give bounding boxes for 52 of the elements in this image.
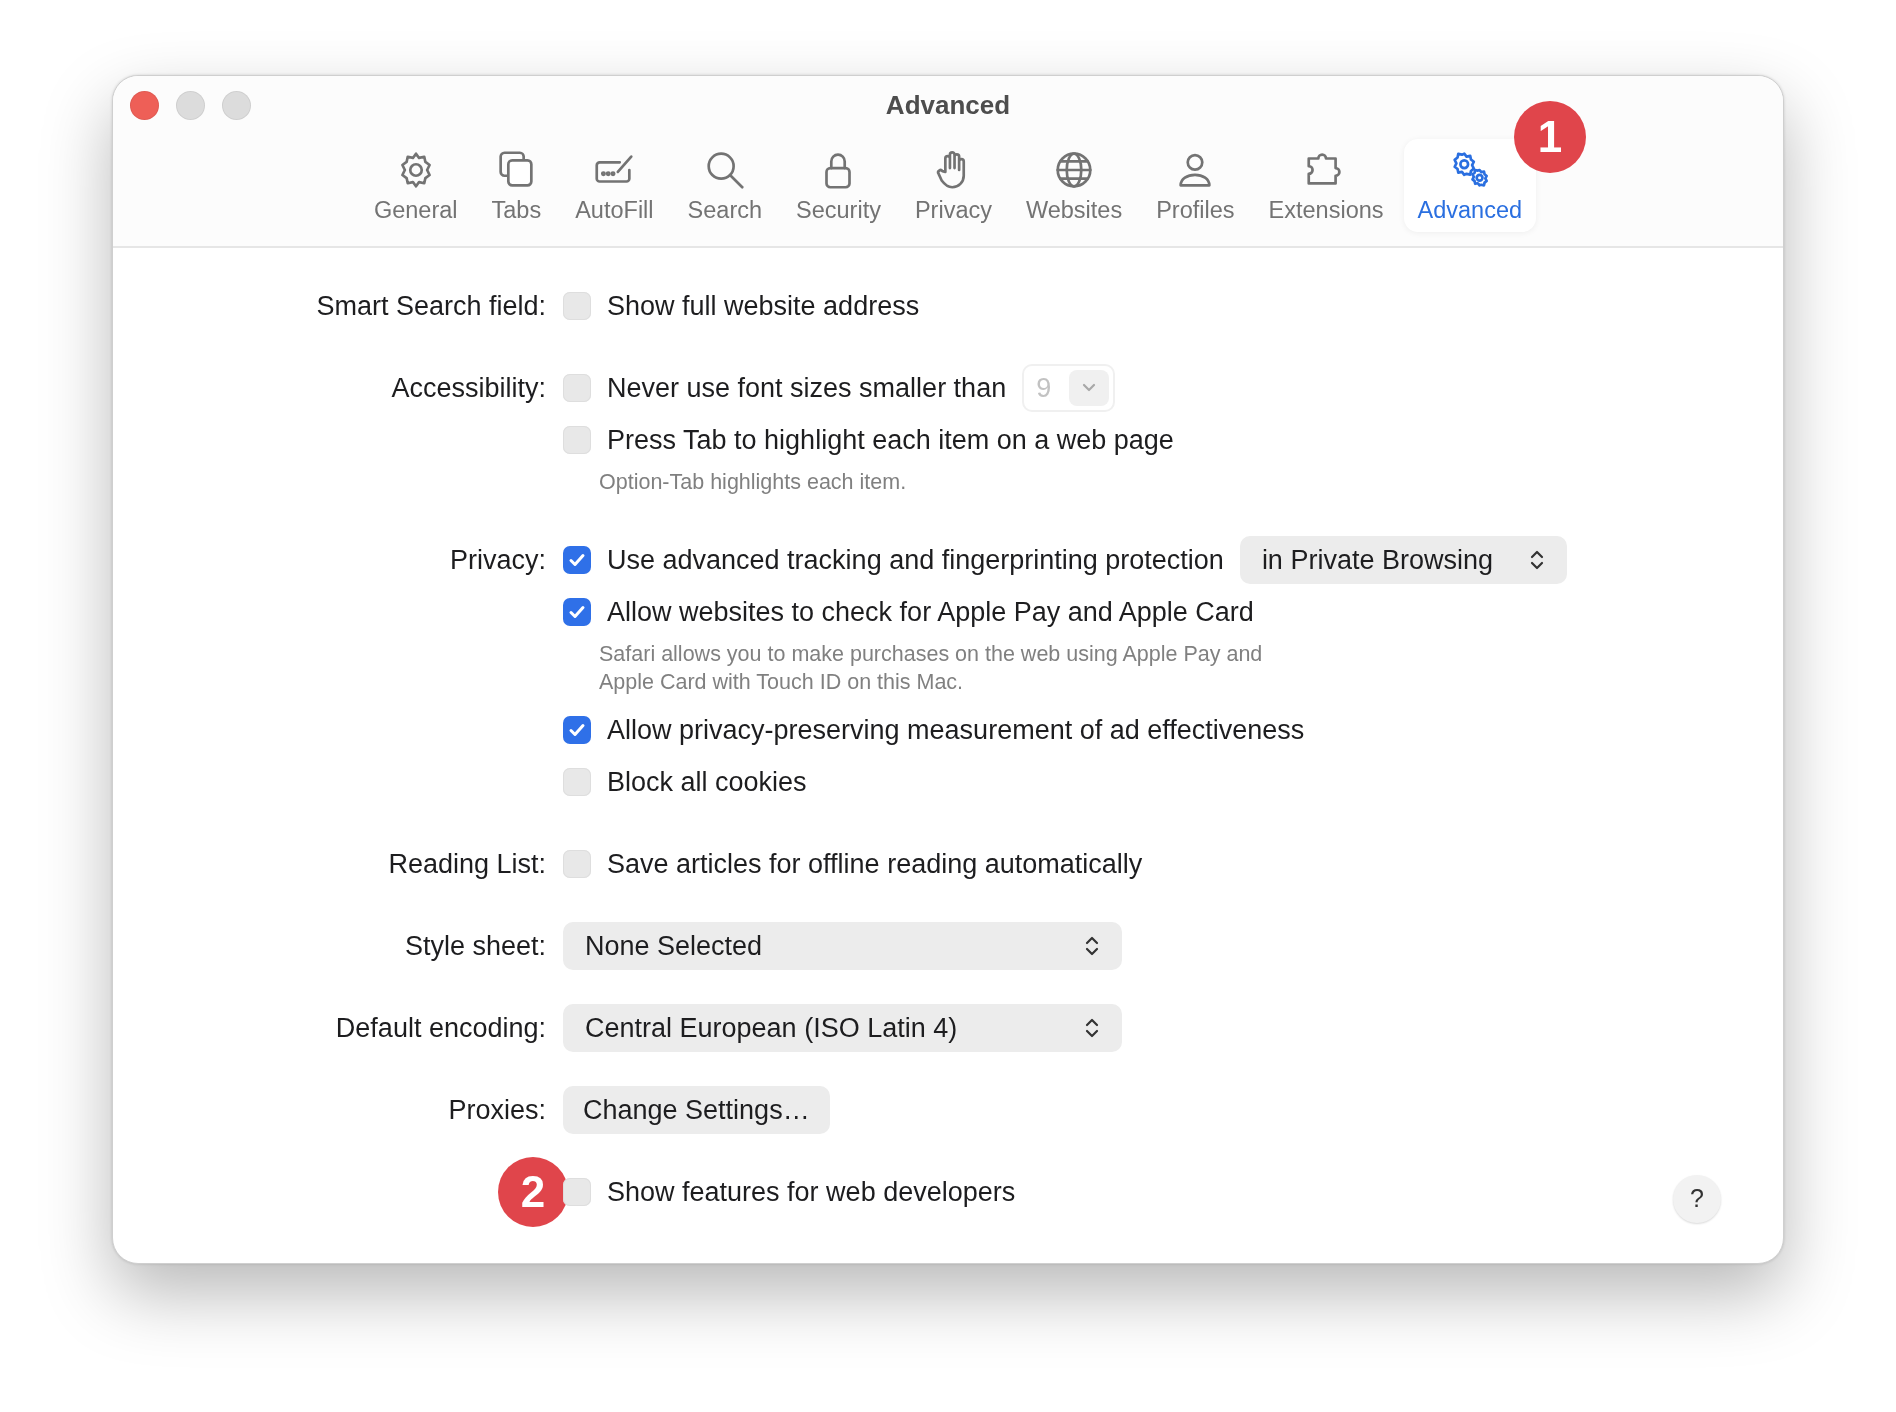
setting-label: Reading List:	[388, 848, 546, 881]
checkbox-label: Allow websites to check for Apple Pay and Apple Card	[607, 596, 1254, 628]
checkbox[interactable]	[563, 1178, 591, 1206]
checkbox-label: Show full website address	[607, 290, 920, 322]
checkbox-label: Show features for web developers	[607, 1176, 1016, 1208]
toolbar-tab[interactable]: Tabs	[477, 139, 556, 232]
popup-menu[interactable]: None Selected	[563, 922, 1122, 970]
setting-label: Accessibility:	[391, 372, 546, 405]
checkbox[interactable]	[563, 426, 591, 454]
toolbar-tab[interactable]: AutoFill	[561, 139, 668, 232]
checkbox[interactable]	[563, 716, 591, 744]
checkbox[interactable]	[563, 546, 591, 574]
toolbar-tab[interactable]: Security	[782, 139, 895, 232]
checkbox[interactable]	[563, 768, 591, 796]
setting-label: Privacy:	[449, 544, 546, 577]
popup-menu[interactable]: Central European (ISO Latin 4)	[563, 1004, 1122, 1052]
toolbar-tab[interactable]: Privacy	[900, 139, 1006, 232]
hint-text: Option-Tab highlights each item.	[598, 469, 908, 496]
callout-badge: 2	[498, 1157, 568, 1227]
toolbar-tab[interactable]: General	[359, 139, 472, 232]
checkbox-label: Allow privacy-preserving measurement of ad effectiveness	[607, 714, 1305, 746]
hint-text: Safari allows you to make purchases on the web using Apple Pay and Apple Card with Touch ID on this Mac.	[598, 641, 1264, 696]
help-button[interactable]: ?	[1673, 1174, 1721, 1223]
popup-menu[interactable]: in Private Browsing	[1239, 536, 1567, 584]
callout-badge: 1	[1514, 101, 1587, 173]
checkbox-label: Press Tab to highlight each item on a web page	[607, 424, 1174, 456]
updown-chevron-icon	[1084, 1017, 1100, 1039]
checkbox[interactable]	[563, 598, 591, 626]
minimize-window-button[interactable]	[176, 91, 205, 120]
close-window-button[interactable]	[130, 91, 159, 120]
checkbox-label: Use advanced tracking and fingerprinting protection	[607, 544, 1224, 576]
setting-label: Style sheet:	[404, 930, 546, 963]
toolbar-tab[interactable]: Profiles	[1142, 139, 1249, 232]
checkbox-label: Never use font sizes smaller than	[607, 372, 1007, 404]
updown-chevron-icon	[1529, 549, 1545, 571]
chevron-down-icon	[1081, 383, 1098, 393]
toolbar-tab[interactable]: Search	[673, 139, 777, 232]
checkbox-label: Block all cookies	[607, 766, 807, 798]
toolbar-tab[interactable]: Websites	[1011, 139, 1137, 232]
setting-label: Smart Search field:	[316, 290, 546, 323]
change-settings-button[interactable]: Change Settings…	[563, 1086, 830, 1134]
checkbox[interactable]	[563, 292, 591, 320]
toolbar-tab[interactable]: Advanced	[1403, 139, 1537, 232]
checkbox[interactable]	[563, 850, 591, 878]
toolbar-tab[interactable]: Extensions	[1254, 139, 1398, 232]
setting-label: Default encoding:	[335, 1012, 546, 1045]
updown-chevron-icon	[1084, 935, 1100, 957]
setting-label: Proxies:	[448, 1094, 546, 1127]
checkbox-label: Save articles for offline reading automatically	[607, 848, 1143, 880]
window-title: Advanced	[885, 90, 1011, 121]
zoom-window-button[interactable]	[222, 91, 251, 120]
checkbox[interactable]	[563, 374, 591, 402]
